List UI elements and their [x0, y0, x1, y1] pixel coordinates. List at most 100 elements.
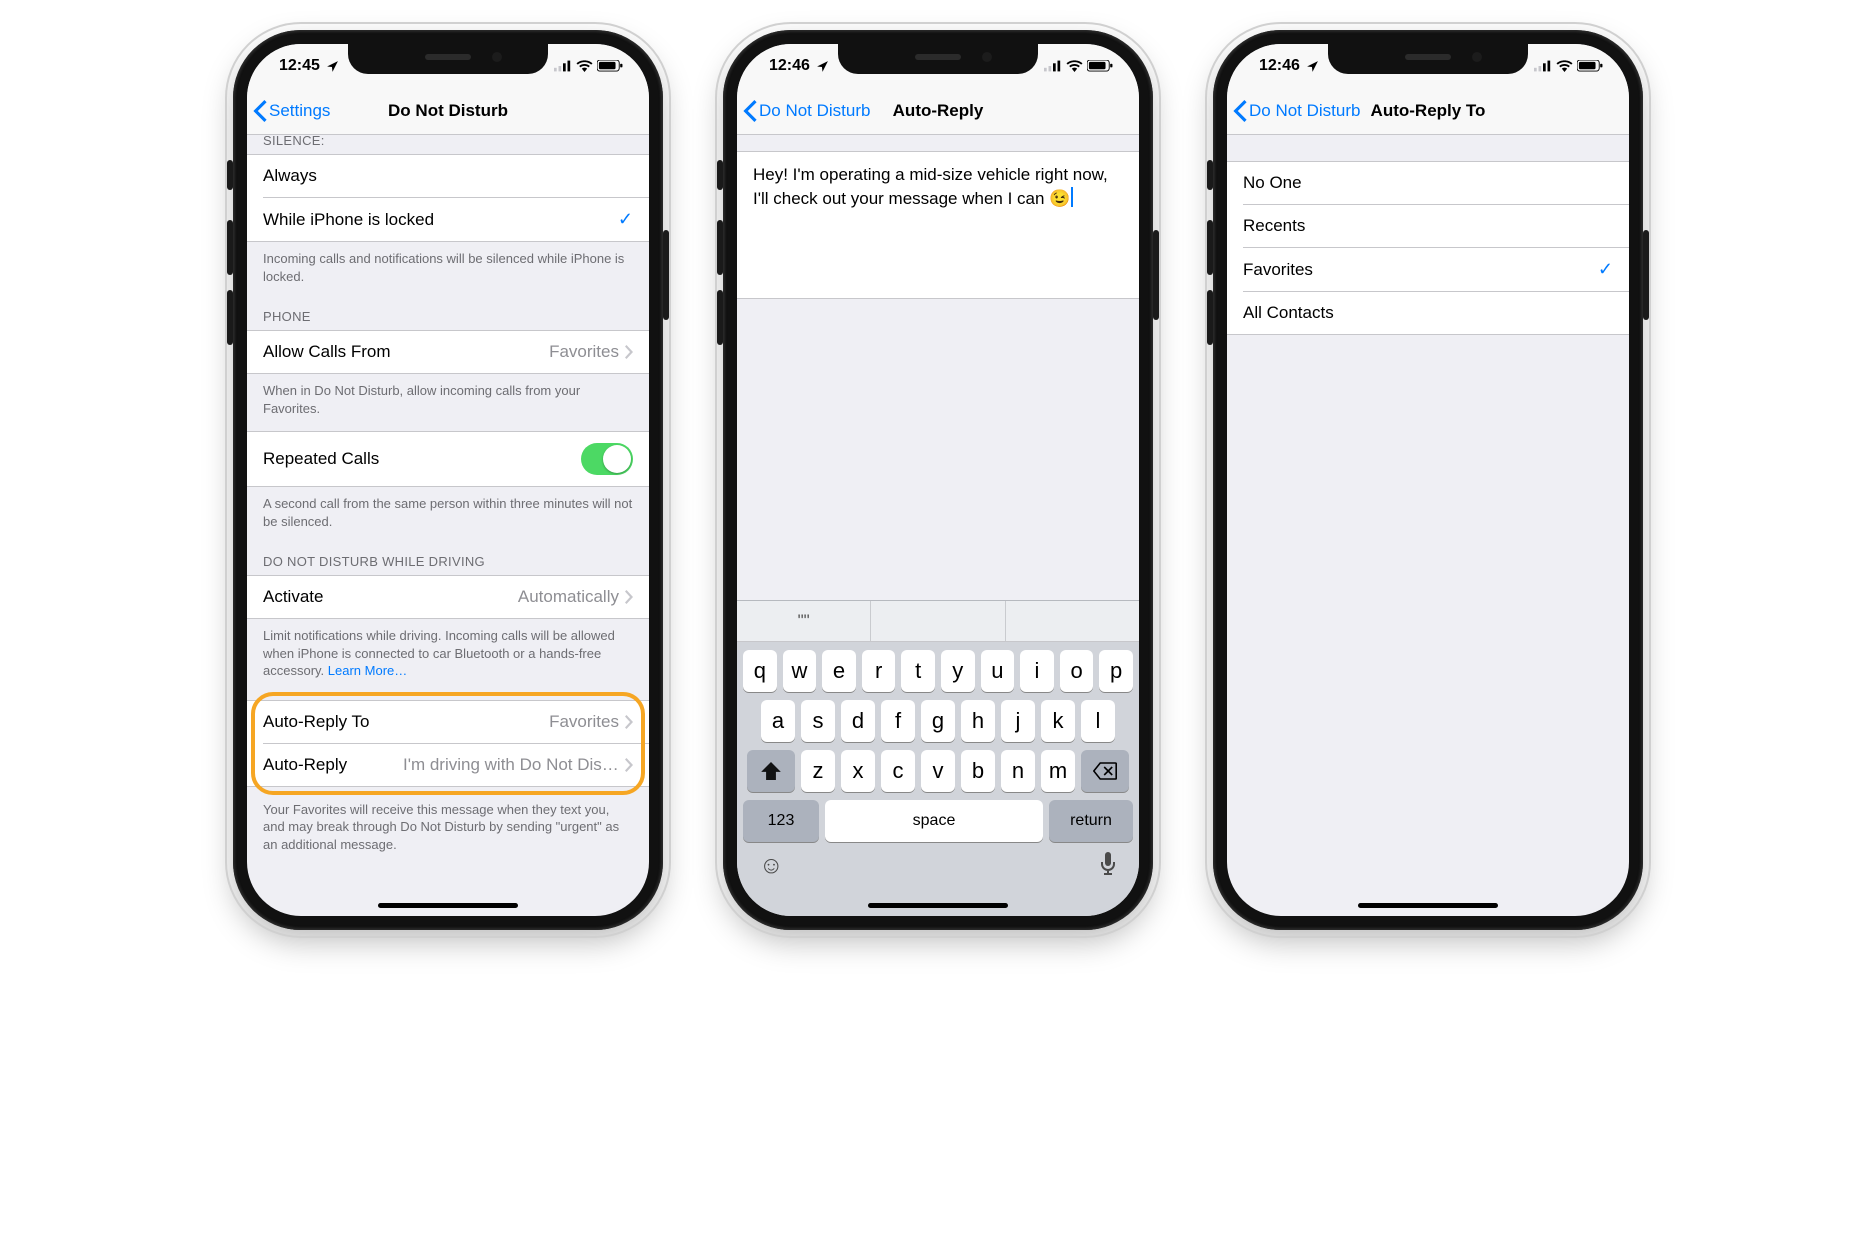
row-reply-to-option[interactable]: No One [1227, 162, 1629, 204]
page-title: Auto-Reply [893, 101, 984, 121]
key-d[interactable]: d [841, 700, 875, 742]
key-x[interactable]: x [841, 750, 875, 792]
row-value: Automatically [518, 587, 619, 607]
row-label: Auto-Reply To [263, 712, 369, 732]
prediction-slot[interactable]: "" [737, 601, 871, 641]
row-silence-locked[interactable]: While iPhone is locked ✓ [263, 197, 649, 241]
key-i[interactable]: i [1020, 650, 1054, 692]
nav-bar: Do Not Disturb Auto-Reply To [1227, 88, 1629, 135]
key-s[interactable]: s [801, 700, 835, 742]
section-footer: When in Do Not Disturb, allow incoming c… [247, 374, 649, 431]
location-arrow-icon [816, 60, 829, 73]
battery-icon [597, 60, 623, 72]
key-l[interactable]: l [1081, 700, 1115, 742]
row-auto-reply[interactable]: Auto-Reply I'm driving with Do Not Distu… [263, 743, 649, 786]
key-r[interactable]: r [862, 650, 896, 692]
keyboard-predictions[interactable]: "" [737, 601, 1139, 642]
row-silence-always[interactable]: Always [247, 155, 649, 197]
phone-dnd-settings: 12:45 Settings Do Not Disturb SIL [233, 30, 663, 930]
back-label: Do Not Disturb [759, 101, 870, 121]
settings-list[interactable]: SILENCE: Always While iPhone is locked ✓… [247, 135, 649, 916]
prediction-slot[interactable] [1006, 601, 1139, 641]
key-u[interactable]: u [981, 650, 1015, 692]
back-label: Settings [269, 101, 330, 121]
key-b[interactable]: b [961, 750, 995, 792]
keyboard[interactable]: "" qwertyuiop asdfghjkl zxcvbnm [737, 600, 1139, 916]
row-repeated-calls[interactable]: Repeated Calls [247, 432, 649, 486]
chevron-left-icon [743, 100, 757, 122]
row-reply-to-option[interactable]: Favorites✓ [1243, 247, 1629, 291]
row-value: Favorites [549, 712, 619, 732]
row-value: Favorites [549, 342, 619, 362]
wifi-icon [1556, 60, 1573, 72]
key-y[interactable]: y [941, 650, 975, 692]
key-w[interactable]: w [783, 650, 817, 692]
row-auto-reply-to[interactable]: Auto-Reply To Favorites [247, 701, 649, 743]
key-q[interactable]: q [743, 650, 777, 692]
row-label: All Contacts [1243, 303, 1334, 323]
chevron-left-icon [1233, 100, 1247, 122]
section-footer: Incoming calls and notifications will be… [247, 242, 649, 299]
row-reply-to-option[interactable]: Recents [1243, 204, 1629, 247]
back-button[interactable]: Do Not Disturb [743, 88, 870, 134]
cellular-icon [554, 60, 572, 72]
key-m[interactable]: m [1041, 750, 1075, 792]
dictation-key[interactable] [1099, 852, 1117, 876]
key-t[interactable]: t [901, 650, 935, 692]
home-indicator[interactable] [1358, 903, 1498, 908]
auto-reply-text: Hey! I'm operating a mid-size vehicle ri… [753, 165, 1108, 208]
section-footer: Your Favorites will receive this message… [247, 787, 649, 868]
row-label: Activate [263, 587, 323, 607]
auto-reply-text-input[interactable]: Hey! I'm operating a mid-size vehicle ri… [737, 151, 1139, 299]
key-o[interactable]: o [1060, 650, 1094, 692]
page-title: Do Not Disturb [388, 101, 508, 121]
keyboard-row: asdfghjkl [737, 692, 1139, 742]
status-time: 12:45 [279, 57, 320, 75]
back-label: Do Not Disturb [1249, 101, 1360, 121]
backspace-key[interactable] [1081, 750, 1129, 792]
row-label: While iPhone is locked [263, 210, 434, 230]
key-z[interactable]: z [801, 750, 835, 792]
row-label: Always [263, 166, 317, 186]
key-k[interactable]: k [1041, 700, 1075, 742]
key-j[interactable]: j [1001, 700, 1035, 742]
key-c[interactable]: c [881, 750, 915, 792]
cellular-icon [1534, 60, 1552, 72]
learn-more-link[interactable]: Learn More… [328, 663, 407, 678]
space-key[interactable]: space [825, 800, 1043, 842]
location-arrow-icon [326, 60, 339, 73]
key-a[interactable]: a [761, 700, 795, 742]
row-activate[interactable]: Activate Automatically [247, 576, 649, 618]
status-time: 12:46 [769, 57, 810, 75]
key-f[interactable]: f [881, 700, 915, 742]
chevron-left-icon [253, 100, 267, 122]
row-allow-calls-from[interactable]: Allow Calls From Favorites [247, 331, 649, 373]
return-key[interactable]: return [1049, 800, 1133, 842]
key-n[interactable]: n [1001, 750, 1035, 792]
key-v[interactable]: v [921, 750, 955, 792]
keyboard-row: qwertyuiop [737, 642, 1139, 692]
key-p[interactable]: p [1099, 650, 1133, 692]
home-indicator[interactable] [378, 903, 518, 908]
back-button[interactable]: Settings [253, 88, 330, 134]
row-label: No One [1243, 173, 1302, 193]
row-reply-to-option[interactable]: All Contacts [1243, 291, 1629, 334]
home-indicator[interactable] [868, 903, 1008, 908]
key-g[interactable]: g [921, 700, 955, 742]
battery-icon [1577, 60, 1603, 72]
backspace-icon [1093, 762, 1117, 780]
numbers-key[interactable]: 123 [743, 800, 819, 842]
prediction-slot[interactable] [871, 601, 1005, 641]
back-button[interactable]: Do Not Disturb [1233, 88, 1360, 134]
row-label: Recents [1243, 216, 1305, 236]
nav-bar: Settings Do Not Disturb [247, 88, 649, 135]
key-e[interactable]: e [822, 650, 856, 692]
shift-icon [761, 762, 781, 780]
shift-key[interactable] [747, 750, 795, 792]
emoji-key[interactable]: ☺ [759, 852, 784, 880]
text-caret [1071, 187, 1073, 207]
chevron-right-icon [625, 758, 633, 772]
repeated-calls-switch[interactable] [581, 443, 633, 475]
key-h[interactable]: h [961, 700, 995, 742]
section-header-phone: PHONE [247, 299, 649, 330]
